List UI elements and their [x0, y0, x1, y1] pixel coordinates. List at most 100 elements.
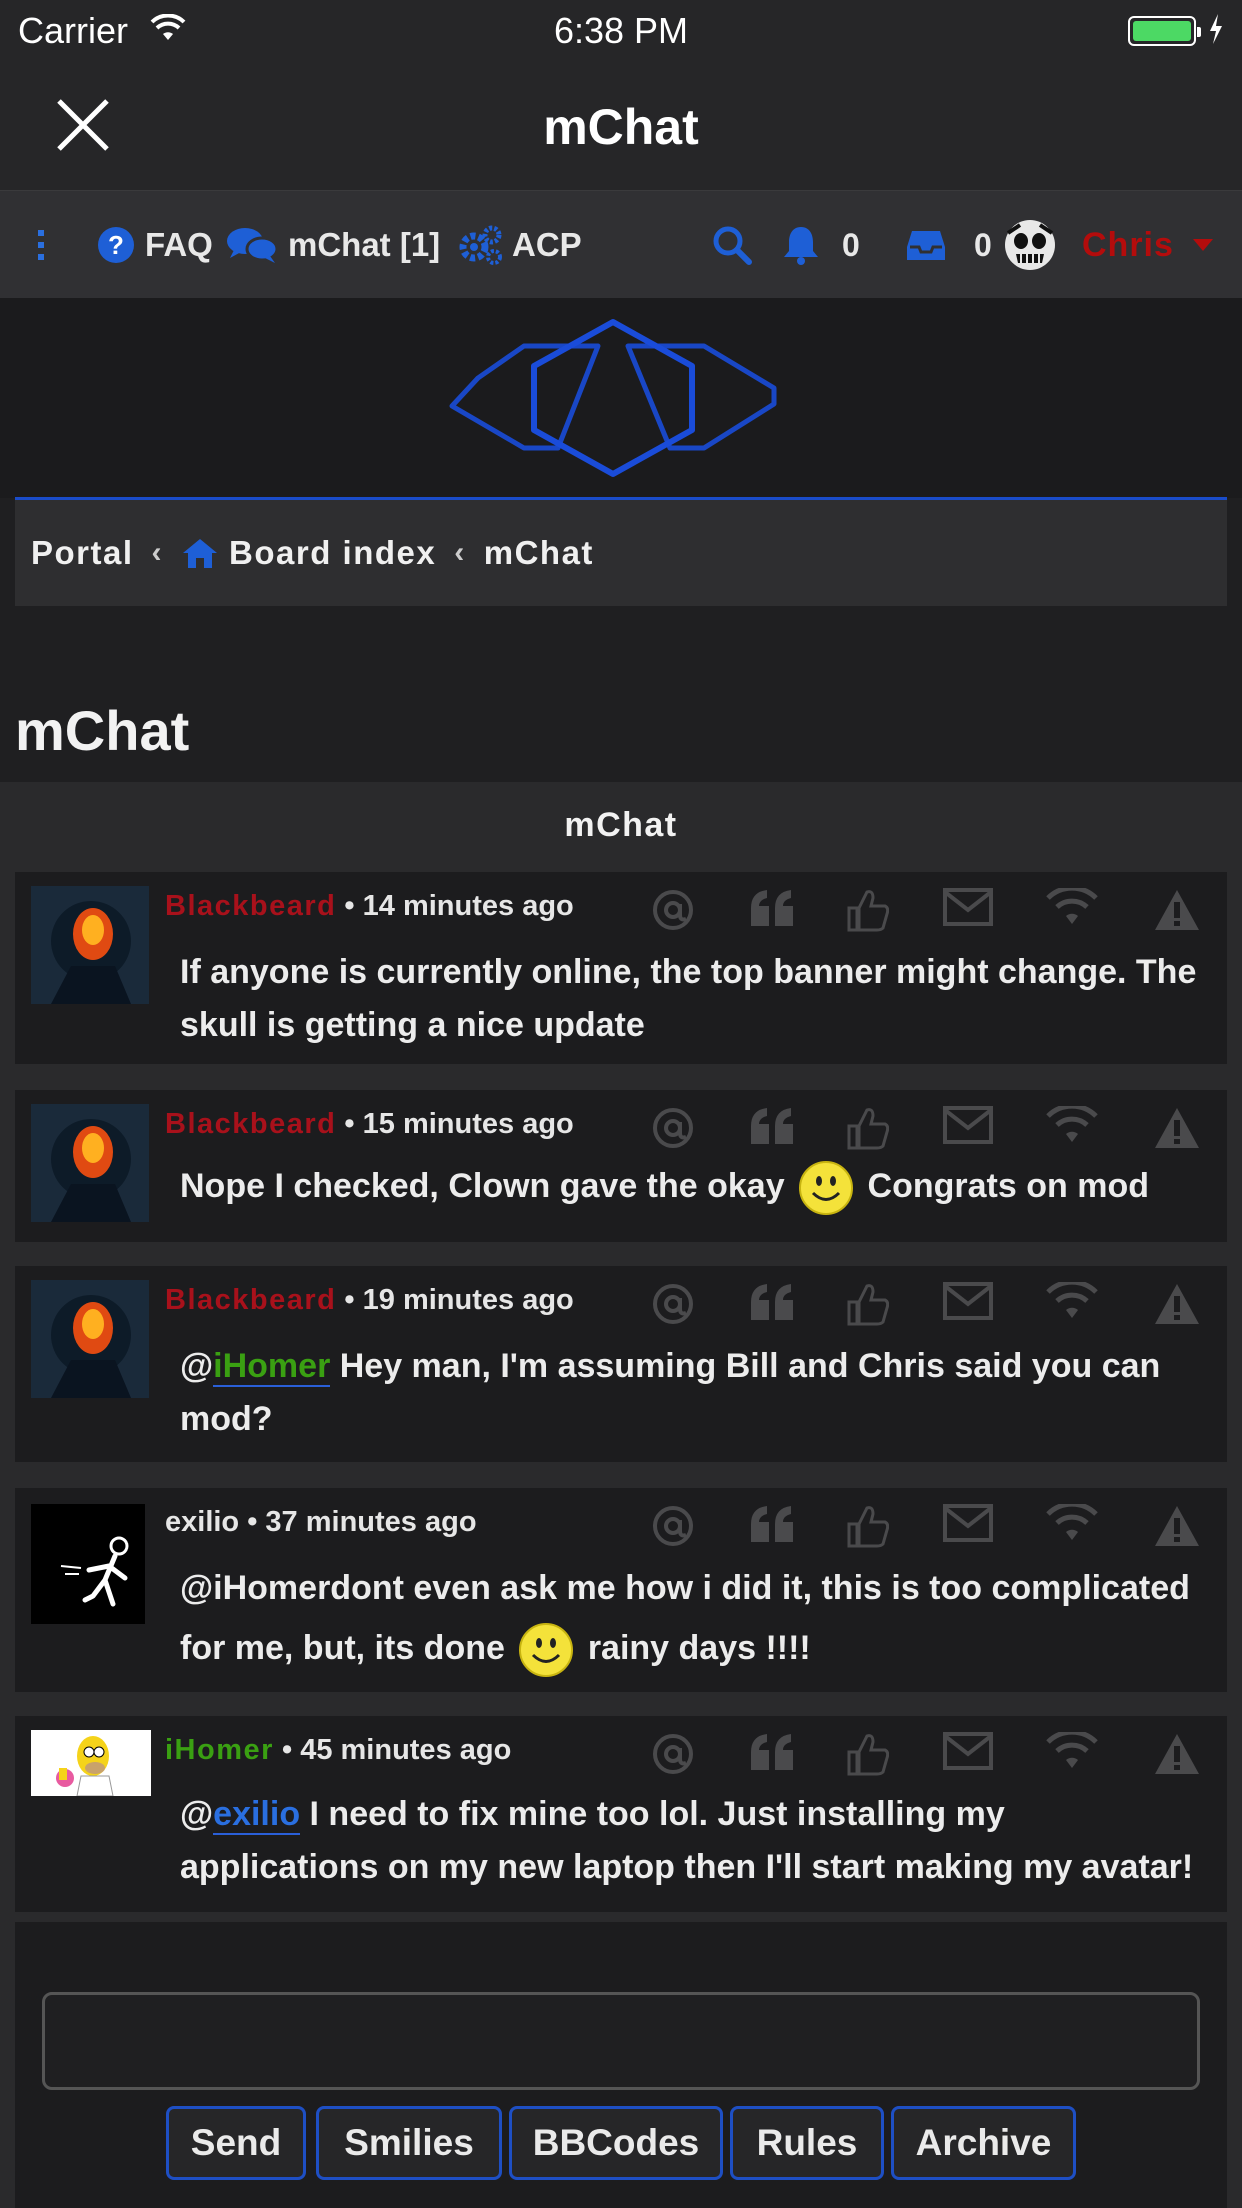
chat-message: Blackbeard • 19 minutes ago @iHomer Hey …	[15, 1266, 1227, 1462]
breadcrumb-board-index[interactable]: Board index	[229, 534, 436, 572]
chat-message: Blackbeard • 14 minutes ago If anyone is…	[15, 872, 1227, 1064]
wifi-signal-icon[interactable]	[1045, 1501, 1099, 1547]
wifi-signal-icon[interactable]	[1045, 1729, 1099, 1775]
bbcodes-button[interactable]: BBCodes	[509, 2106, 723, 2180]
message-input[interactable]	[42, 1992, 1200, 2090]
message-actions	[635, 1279, 1205, 1331]
message-text: @iHomerdont even ask me how i did it, th…	[180, 1558, 1209, 1678]
message-meta: Blackbeard • 15 minutes ago	[165, 1108, 574, 1141]
chat-message: iHomer • 45 minutes ago @exilio I need t…	[15, 1716, 1227, 1912]
avatar[interactable]	[31, 886, 149, 1004]
nav-title: mChat	[543, 99, 699, 155]
breadcrumb-current[interactable]: mChat	[484, 534, 594, 572]
wifi-signal-icon[interactable]	[1045, 1103, 1099, 1149]
message-text-part: Nope I checked, Clown gave the okay	[180, 1167, 785, 1205]
site-logo[interactable]	[448, 318, 778, 478]
message-time: • 19 minutes ago	[344, 1284, 574, 1316]
quote-icon[interactable]	[749, 1282, 795, 1327]
acp-link[interactable]: ACP	[458, 225, 582, 265]
svg-text:?: ?	[108, 230, 124, 260]
message-author[interactable]: iHomer	[165, 1734, 274, 1766]
inbox-icon	[907, 231, 945, 260]
avatar	[1005, 220, 1055, 270]
wifi-signal-icon[interactable]	[1045, 1279, 1099, 1325]
like-icon[interactable]	[847, 1504, 890, 1553]
status-bar: Carrier 6:38 PM	[0, 0, 1242, 60]
report-warning-icon[interactable]	[1153, 1282, 1201, 1331]
send-button[interactable]: Send	[166, 2106, 306, 2180]
message-author[interactable]: Blackbeard	[165, 1284, 336, 1316]
like-icon[interactable]	[847, 1282, 890, 1331]
home-icon	[183, 539, 218, 568]
smilies-button[interactable]: Smilies	[316, 2106, 502, 2180]
avatar[interactable]	[31, 1280, 149, 1398]
charging-icon	[1210, 14, 1222, 44]
like-icon[interactable]	[847, 1106, 890, 1155]
message-text-part: Congrats on mod	[867, 1167, 1149, 1205]
quote-icon[interactable]	[749, 1732, 795, 1777]
rules-button[interactable]: Rules	[730, 2106, 884, 2180]
message-author[interactable]: Blackbeard	[165, 890, 336, 922]
more-menu-button[interactable]	[36, 225, 56, 265]
caret-down-icon	[1192, 239, 1213, 251]
quote-icon[interactable]	[749, 888, 795, 933]
quote-icon[interactable]	[749, 1106, 795, 1151]
breadcrumb-portal[interactable]: Portal	[31, 534, 134, 572]
wifi-signal-icon[interactable]	[1045, 885, 1099, 931]
message-text-part: rainy days !!!!	[587, 1629, 811, 1667]
message-text-part: I need to fix mine too lol. Just install…	[180, 1795, 1194, 1886]
mention-link[interactable]: iHomer	[213, 1347, 331, 1387]
like-icon[interactable]	[847, 1732, 890, 1781]
message-text: If anyone is currently online, the top b…	[180, 953, 1197, 1044]
message-actions	[635, 885, 1205, 937]
message-meta: Blackbeard • 19 minutes ago	[165, 1284, 574, 1317]
archive-button[interactable]: Archive	[891, 2106, 1076, 2180]
message-time: • 45 minutes ago	[281, 1734, 512, 1766]
report-warning-icon[interactable]	[1153, 1732, 1201, 1781]
envelope-icon[interactable]	[943, 1282, 993, 1325]
faq-link[interactable]: ? FAQ	[97, 225, 213, 265]
report-warning-icon[interactable]	[1153, 1106, 1201, 1155]
username-label: Chris	[1082, 225, 1174, 264]
inbox-button[interactable]: 0	[906, 225, 992, 265]
avatar[interactable]	[31, 1504, 145, 1624]
forum-menu-bar: ? FAQ mChat [1] ACP 0 0 Chris	[0, 190, 1242, 298]
quote-icon[interactable]	[749, 1504, 795, 1549]
mention-icon[interactable]	[651, 888, 695, 937]
mention-icon[interactable]	[651, 1732, 695, 1781]
acp-label: ACP	[512, 226, 582, 263]
message-author[interactable]: exilio	[165, 1506, 239, 1538]
mchat-link[interactable]: mChat [1]	[226, 225, 440, 265]
site-banner	[0, 298, 1242, 498]
message-actions	[635, 1501, 1205, 1553]
avatar[interactable]	[31, 1730, 151, 1796]
message-text: @iHomer Hey man, I'm assuming Bill and C…	[180, 1340, 1209, 1446]
panel-title: mChat	[564, 806, 678, 844]
envelope-icon[interactable]	[943, 1504, 993, 1547]
mention-icon[interactable]	[651, 1504, 695, 1553]
envelope-icon[interactable]	[943, 1106, 993, 1149]
notifications-button[interactable]: 0	[782, 225, 860, 265]
message-meta: Blackbeard • 14 minutes ago	[165, 890, 574, 923]
user-menu[interactable]: Chris	[1004, 219, 1214, 271]
mention-prefix: @	[180, 1795, 214, 1833]
breadcrumb-separator: ‹	[454, 536, 466, 569]
envelope-icon[interactable]	[943, 1732, 993, 1775]
avatar[interactable]	[31, 1104, 149, 1222]
battery-icon	[1128, 16, 1201, 46]
mention-icon[interactable]	[651, 1106, 695, 1155]
notifications-count: 0	[842, 226, 860, 263]
message-author[interactable]: Blackbeard	[165, 1108, 336, 1140]
report-warning-icon[interactable]	[1153, 1504, 1201, 1553]
question-circle-icon: ?	[98, 227, 134, 263]
search-button[interactable]	[712, 225, 762, 265]
breadcrumb: Portal ‹ Board index ‹ mChat	[15, 500, 1227, 606]
message-time: • 14 minutes ago	[344, 890, 574, 922]
report-warning-icon[interactable]	[1153, 888, 1201, 937]
mention-icon[interactable]	[651, 1282, 695, 1331]
message-meta: iHomer • 45 minutes ago	[165, 1734, 511, 1767]
search-icon	[713, 226, 752, 265]
envelope-icon[interactable]	[943, 888, 993, 931]
like-icon[interactable]	[847, 888, 890, 937]
mention-link[interactable]: exilio	[213, 1795, 301, 1835]
